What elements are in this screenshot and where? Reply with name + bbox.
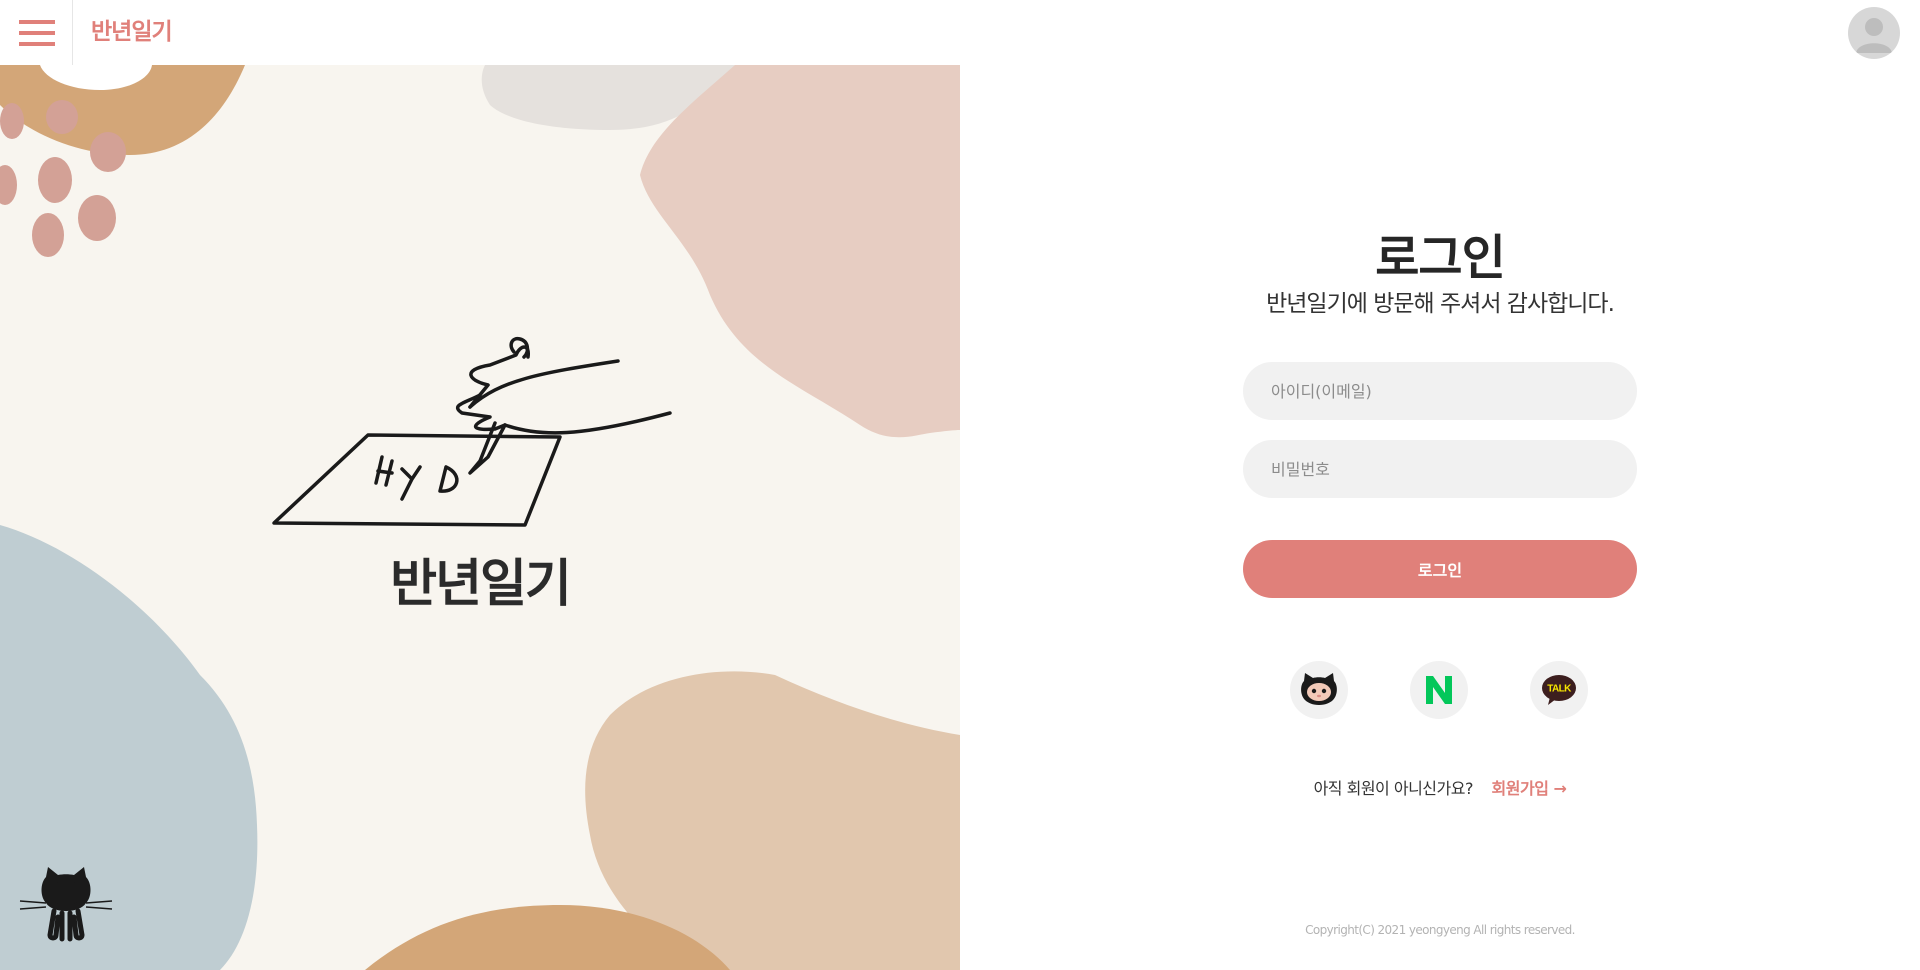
hero-title: 반년일기 <box>390 555 572 614</box>
profile-avatar-button[interactable] <box>1848 7 1900 59</box>
github-link[interactable] <box>18 865 114 945</box>
signup-link[interactable]: 회원가입 → <box>1492 779 1567 798</box>
kakao-login-button[interactable]: TALK <box>1530 661 1588 719</box>
github-login-button[interactable] <box>1290 661 1348 719</box>
decorative-background <box>0 65 960 970</box>
hamburger-menu-icon <box>19 20 55 46</box>
login-title: 로그인 <box>1375 230 1505 286</box>
login-subtitle: 반년일기에 방문해 주셔서 감사합니다. <box>1266 291 1615 317</box>
menu-button[interactable] <box>0 0 73 65</box>
email-input[interactable] <box>1243 362 1637 420</box>
github-octocat-icon <box>19 867 113 942</box>
svg-text:TALK: TALK <box>1547 684 1572 695</box>
kakao-talk-icon: TALK <box>1542 675 1576 705</box>
naver-login-button[interactable] <box>1410 661 1468 719</box>
top-navigation-bar: 반년일기 <box>0 0 1920 65</box>
signup-row: 아직 회원이 아니신가요? 회원가입 → <box>960 777 1920 801</box>
signup-prompt: 아직 회원이 아니신가요? <box>1313 779 1474 798</box>
login-panel: 로그인 반년일기에 방문해 주셔서 감사합니다. 로그인 TALK 아직 회원이… <box>960 65 1920 970</box>
naver-icon <box>1426 676 1452 704</box>
copyright-text: Copyright(C) 2021 yeongyeng All rights r… <box>1305 923 1575 937</box>
user-avatar-icon <box>1856 18 1892 53</box>
writing-hand-illustration <box>272 336 672 527</box>
github-icon <box>1301 673 1337 705</box>
login-button[interactable]: 로그인 <box>1243 540 1637 598</box>
password-input[interactable] <box>1243 440 1637 498</box>
hero-art-panel: 반년일기 <box>0 65 960 970</box>
brand-title[interactable]: 반년일기 <box>91 17 173 47</box>
